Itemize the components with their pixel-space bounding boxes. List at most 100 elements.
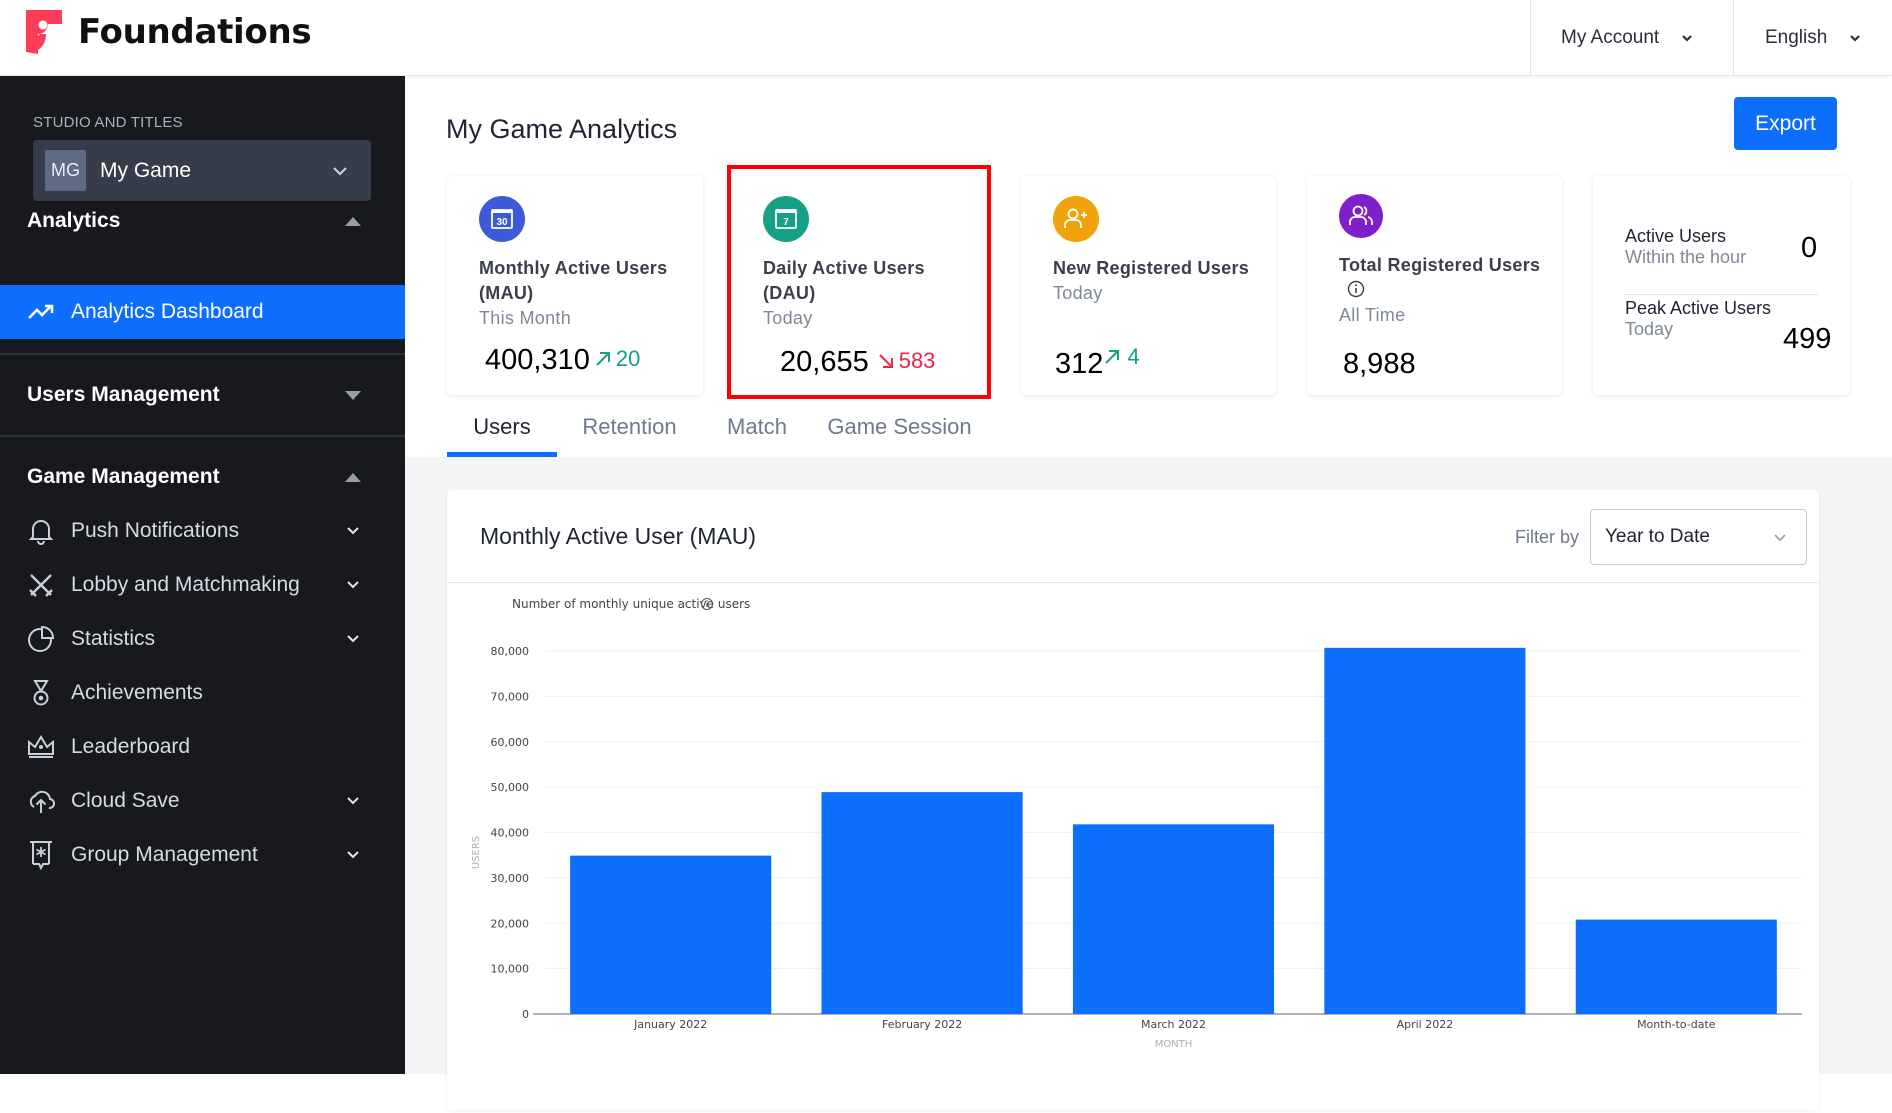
language-menu[interactable]: English bbox=[1733, 0, 1892, 76]
studio-title-select[interactable]: MG My Game bbox=[33, 140, 371, 201]
sidebar-item-achievements[interactable]: Achievements bbox=[0, 666, 405, 720]
filter-value: Year to Date bbox=[1605, 526, 1710, 547]
bar-january-2022[interactable] bbox=[570, 855, 772, 1014]
info-icon[interactable] bbox=[1347, 280, 1365, 298]
bar-march-2022[interactable] bbox=[1072, 824, 1275, 1014]
sidebar-item-lobby-and-matchmaking[interactable]: Lobby and Matchmaking bbox=[0, 558, 405, 612]
caret-down-icon bbox=[345, 390, 361, 400]
studio-label: STUDIO AND TITLES bbox=[33, 114, 183, 131]
chevron-down-icon bbox=[347, 527, 359, 535]
sidebar-section-analytics[interactable]: Analytics bbox=[0, 193, 405, 249]
sidebar-item-label: Leaderboard bbox=[71, 735, 191, 758]
tab-match[interactable]: Match bbox=[702, 396, 812, 457]
stat-card-mau: 30 Monthly Active Users (MAU) This Month… bbox=[447, 176, 703, 395]
sidebar-item-label: Lobby and Matchmaking bbox=[71, 573, 300, 596]
bar-april-2022[interactable] bbox=[1324, 647, 1526, 1014]
chevron-down-icon bbox=[347, 635, 359, 643]
filter-label: Filter by bbox=[1515, 527, 1580, 547]
main-content: My Game Analytics Export 30 Monthly Acti… bbox=[405, 76, 1892, 1110]
stat-card-new-registered: New Registered Users Today 312 4 bbox=[1021, 176, 1276, 395]
crossed-swords-icon bbox=[27, 571, 55, 599]
my-account-menu[interactable]: My Account bbox=[1530, 0, 1736, 76]
y-axis-title: USERS bbox=[471, 836, 482, 869]
mau-chart-card: Monthly Active User (MAU) Filter by Year… bbox=[447, 490, 1819, 1110]
card-title: Total Registered Users bbox=[1339, 255, 1541, 275]
crown-icon bbox=[27, 733, 55, 761]
chart-card-title: Monthly Active User (MAU) bbox=[480, 523, 757, 549]
top-header: Foundations My Account English bbox=[0, 0, 1892, 76]
foundations-logo-icon bbox=[26, 10, 62, 54]
card-period: All Time bbox=[1339, 305, 1406, 325]
x-tick-label: Month-to-date bbox=[1637, 1018, 1716, 1031]
page-title: My Game Analytics bbox=[446, 114, 678, 144]
chevron-down-icon bbox=[347, 797, 359, 805]
peak-active-users-label: Peak Active Users bbox=[1625, 298, 1772, 318]
sidebar-item-push-notifications[interactable]: Push Notifications bbox=[0, 504, 405, 558]
language-label: English bbox=[1765, 27, 1828, 48]
game-avatar: MG bbox=[45, 150, 86, 191]
chevron-down-icon bbox=[1682, 35, 1692, 42]
bar-february-2022[interactable] bbox=[821, 792, 1023, 1014]
sidebar-item-label: Analytics Dashboard bbox=[71, 300, 264, 323]
card-title: Monthly Active Users (MAU) bbox=[479, 258, 668, 303]
cloud-upload-icon bbox=[27, 787, 55, 815]
stat-card-dau: 7 Daily Active Users (DAU) Today 20,655 … bbox=[731, 176, 986, 395]
calendar-icon-text: 30 bbox=[496, 217, 508, 228]
group-banner-icon bbox=[27, 841, 55, 870]
y-tick-label: 20,000 bbox=[491, 917, 530, 930]
card-delta-value: 4 bbox=[1127, 344, 1140, 369]
sidebar-section-users-management[interactable]: Users Management bbox=[0, 367, 405, 423]
bar-month-to-date[interactable] bbox=[1575, 919, 1777, 1014]
card-period: Today bbox=[1053, 283, 1103, 303]
card-delta-value: 583 bbox=[898, 348, 936, 373]
sidebar-item-leaderboard[interactable]: Leaderboard bbox=[0, 720, 405, 774]
chevron-down-icon bbox=[347, 851, 359, 859]
card-value: 400,310 bbox=[485, 344, 590, 376]
filter-select[interactable]: Year to Date bbox=[1590, 509, 1807, 565]
analytics-tabs: Users Retention Match Game Session bbox=[447, 396, 987, 457]
stat-card-total-registered: Total Registered Users All Time 8,988 bbox=[1307, 176, 1562, 395]
chart-title: Number of monthly unique active users bbox=[512, 597, 750, 611]
card-period: This Month bbox=[479, 308, 572, 328]
y-tick-label: 30,000 bbox=[491, 872, 530, 885]
sidebar-item-label: Cloud Save bbox=[71, 789, 180, 812]
y-tick-label: 70,000 bbox=[491, 690, 530, 703]
y-tick-label: 60,000 bbox=[491, 736, 530, 749]
card-delta-value: 20 bbox=[615, 346, 641, 371]
sidebar-item-label: Push Notifications bbox=[71, 519, 240, 542]
calendar-30-icon: 30 bbox=[479, 196, 525, 242]
export-button[interactable]: Export bbox=[1734, 97, 1837, 150]
tab-game-session[interactable]: Game Session bbox=[812, 396, 987, 457]
peak-active-users-value: 499 bbox=[1783, 323, 1832, 355]
y-tick-label: 10,000 bbox=[491, 963, 530, 976]
my-account-label: My Account bbox=[1561, 27, 1660, 48]
card-delta: 583 bbox=[877, 348, 936, 374]
game-name: My Game bbox=[100, 158, 192, 182]
card-title: New Registered Users bbox=[1053, 258, 1250, 278]
card-title: Daily Active Users (DAU) bbox=[763, 258, 925, 303]
brand-logo[interactable]: Foundations bbox=[26, 10, 312, 54]
sidebar-item-group-management[interactable]: Group Management bbox=[0, 828, 405, 882]
tab-retention[interactable]: Retention bbox=[557, 396, 702, 457]
arrow-up-right-icon bbox=[596, 352, 610, 366]
caret-up-icon bbox=[345, 472, 361, 482]
divider bbox=[1625, 294, 1818, 295]
user-add-icon bbox=[1053, 196, 1099, 242]
trending-up-icon bbox=[27, 298, 55, 326]
pie-chart-icon bbox=[27, 625, 55, 653]
x-tick-label: April 2022 bbox=[1397, 1018, 1454, 1031]
sidebar-section-game-management[interactable]: Game Management bbox=[0, 449, 405, 505]
x-tick-label: January 2022 bbox=[633, 1018, 707, 1031]
section-label: Analytics bbox=[27, 209, 121, 232]
sidebar-item-cloud-save[interactable]: Cloud Save bbox=[0, 774, 405, 828]
sidebar-item-analytics-dashboard[interactable]: Analytics Dashboard bbox=[0, 285, 405, 339]
active-users-value: 0 bbox=[1801, 232, 1818, 264]
arrow-up-right-icon bbox=[1105, 350, 1120, 364]
sidebar-item-statistics[interactable]: Statistics bbox=[0, 612, 405, 666]
chevron-down-icon bbox=[1850, 35, 1861, 42]
y-tick-label: 50,000 bbox=[491, 781, 530, 794]
chevron-down-icon bbox=[1774, 534, 1786, 542]
users-icon bbox=[1339, 194, 1383, 238]
card-value: 8,988 bbox=[1343, 348, 1416, 380]
tab-users[interactable]: Users bbox=[447, 396, 557, 457]
